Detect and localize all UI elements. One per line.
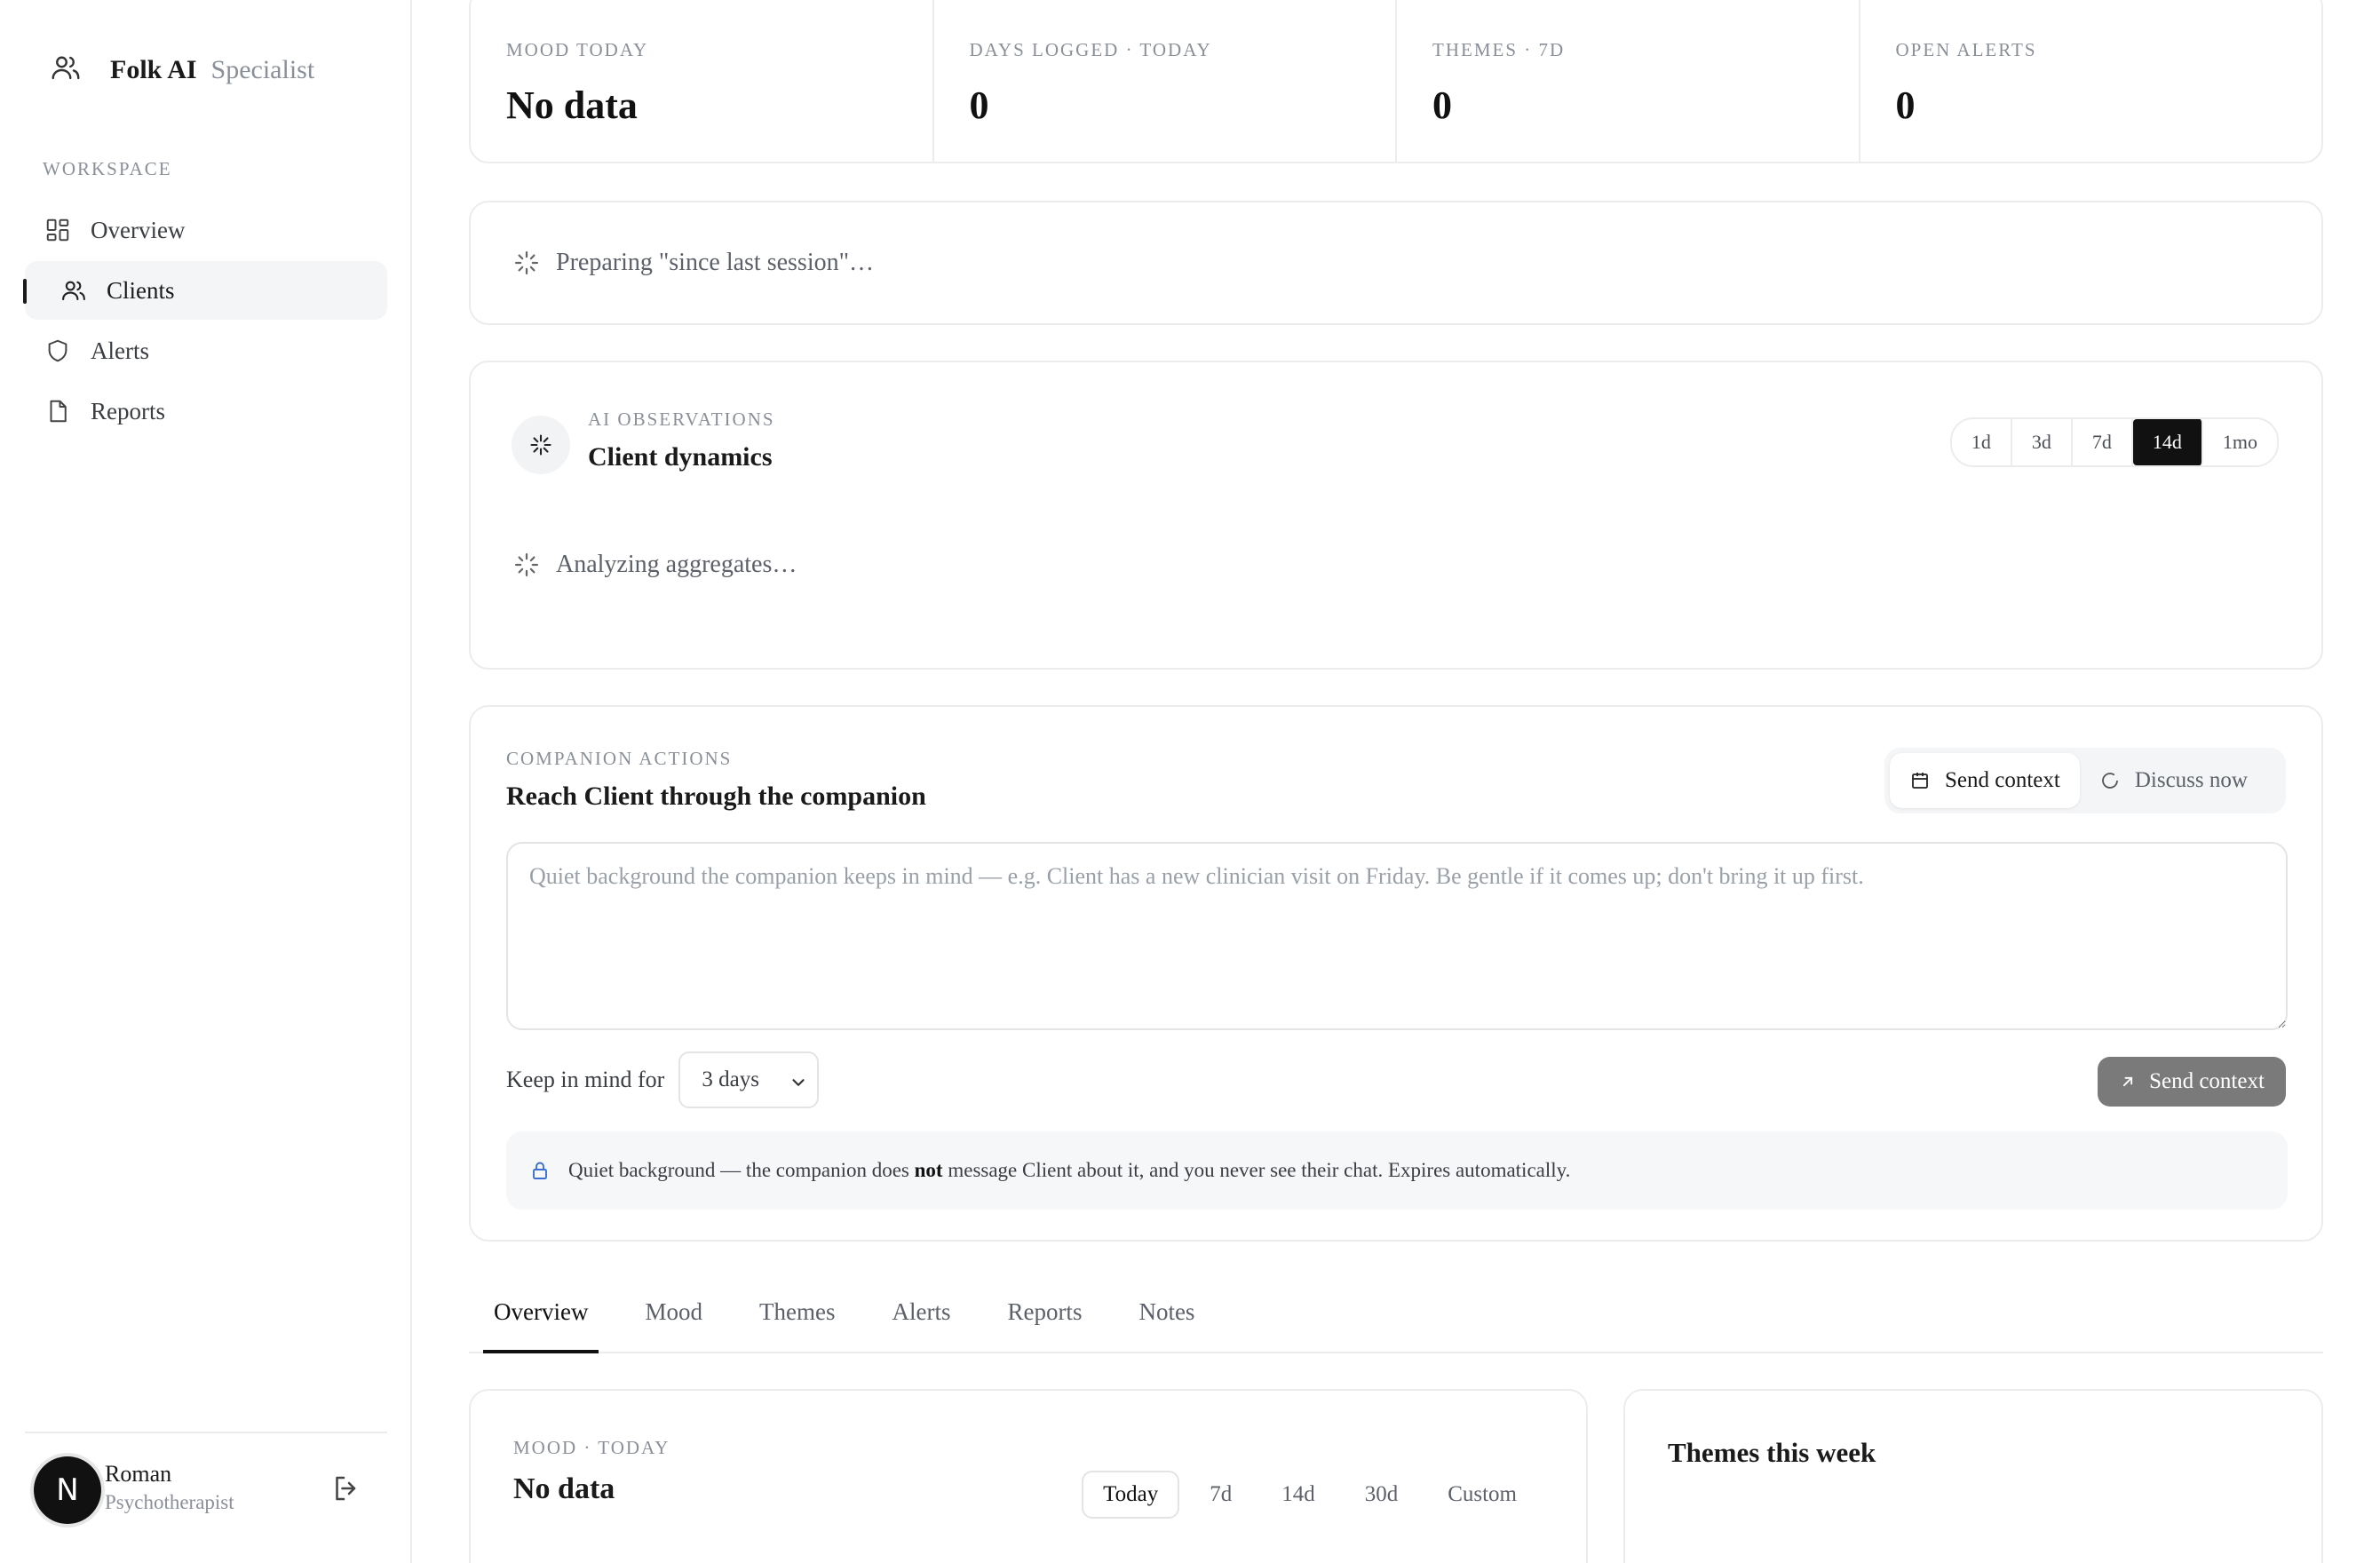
chat-bubble-icon [2101,773,2118,789]
observation-range-selector: 1d 3d 7d 14d 1mo [1949,417,2279,467]
users-icon [62,281,85,301]
stat-open-alerts: OPEN ALERTS 0 [1860,0,2322,162]
spinner-icon [515,251,538,274]
mode-label: Send context [1945,768,2060,792]
calendar-icon [1912,773,1928,789]
companion-title: Reach Client through the companion [506,782,926,811]
tab-overview[interactable]: Overview [483,1284,599,1353]
arrow-up-right-icon [2122,1076,2133,1087]
tab-mood[interactable]: Mood [634,1284,713,1352]
tab-alerts[interactable]: Alerts [881,1284,961,1352]
duration-select[interactable]: 3 days [678,1051,820,1108]
stat-value: 0 [969,83,989,127]
companion-actions-card: COMPANION ACTIONS Reach Client through t… [469,705,2323,1242]
stat-label: DAYS LOGGED · TODAY [969,39,1212,60]
mood-range-custom[interactable]: Custom [1428,1471,1536,1519]
client-tabs: Overview Mood Themes Alerts Reports Note… [469,1284,2323,1353]
keep-label: Keep in mind for [506,1067,665,1092]
sidebar-item-label: Alerts [91,337,149,364]
mood-range-7d[interactable]: 7d [1190,1471,1251,1519]
note-text-emphasis: not [914,1159,943,1181]
sidebar-item-clients[interactable]: Clients [23,261,387,320]
analyzing-text: Analyzing aggregates… [556,551,797,578]
range-1mo[interactable]: 1mo [2203,419,2277,465]
stat-mood-today: MOOD TODAY No data [471,0,934,162]
mood-range-selector: Today 7d 14d 30d Custom [1071,1471,1536,1519]
analyzing-status: Analyzing aggregates… [513,551,797,579]
ai-observations-card: AI OBSERVATIONS Client dynamics 1d 3d 7d… [469,361,2323,670]
companion-label: COMPANION ACTIONS [506,748,733,769]
avatar: N [34,1456,101,1524]
stat-label: MOOD TODAY [506,39,649,60]
file-icon [50,400,67,423]
sidebar-nav: Overview Clients Alerts Reports [23,201,387,442]
stat-value: 0 [1895,83,1916,127]
lock-icon [533,1162,547,1179]
companion-mode-toggle: Send context Discuss now [1884,748,2286,813]
user-role: Psychotherapist [105,1491,234,1513]
sidebar-item-reports[interactable]: Reports [25,382,387,440]
note-text-end: message Client about it, and you never s… [942,1159,1571,1181]
tab-notes[interactable]: Notes [1128,1284,1205,1352]
keep-in-mind-row: Keep in mind for 3 days [506,1051,820,1108]
mode-label: Discuss now [2134,768,2248,792]
spinner-icon [515,553,538,576]
sidebar-item-overview[interactable]: Overview [25,201,387,259]
send-context-button[interactable]: Send context [2098,1057,2286,1107]
chevron-down-icon [792,1079,805,1086]
discuss-now-tab[interactable]: Discuss now [2080,753,2267,808]
user-name: Roman [105,1461,172,1487]
user-profile[interactable]: N Roman Psychotherapist [34,1456,234,1524]
stat-themes: THEMES · 7D 0 [1397,0,1860,162]
range-7d[interactable]: 7d [2073,419,2133,465]
sidebar-item-alerts[interactable]: Alerts [25,321,387,380]
mood-label: MOOD · TODAY [513,1437,670,1458]
brand-subtitle: Specialist [210,54,315,84]
context-textarea[interactable] [506,842,2288,1030]
note-text-start: Quiet background — the companion does [568,1159,915,1181]
stat-label: THEMES · 7D [1432,39,1566,60]
preparing-text: Preparing "since last session"… [556,249,875,276]
send-context-tab[interactable]: Send context [1890,753,2080,808]
sparkle-icon [512,416,570,474]
tab-themes[interactable]: Themes [749,1284,845,1352]
privacy-note: Quiet background — the companion does no… [506,1131,2288,1210]
themes-title: Themes this week [1668,1437,1876,1468]
sidebar-item-label: Overview [91,216,186,243]
observations-label: AI OBSERVATIONS [588,409,775,430]
range-1d[interactable]: 1d [1952,419,2012,465]
brand-name: Folk AI [110,54,197,84]
brand[interactable]: Folk AI Specialist [50,52,314,88]
sidebar-item-label: Clients [107,276,175,304]
user-divider [25,1432,387,1433]
observations-title: Client dynamics [588,442,773,472]
sidebar-item-label: Reports [91,397,165,424]
themes-card: Themes this week [1623,1389,2323,1563]
range-3d[interactable]: 3d [2012,419,2073,465]
stat-label: OPEN ALERTS [1895,39,2037,60]
mood-card: MOOD · TODAY No data Today 7d 14d 30d Cu… [469,1389,1588,1563]
mood-range-today[interactable]: Today [1082,1471,1180,1519]
mood-range-14d[interactable]: 14d [1262,1471,1335,1519]
shield-icon [48,339,67,362]
stats-row: MOOD TODAY No data DAYS LOGGED · TODAY 0… [469,0,2323,163]
grid-icon [46,218,69,242]
range-14d[interactable]: 14d [2132,419,2203,465]
stat-value: No data [506,83,638,127]
logout-icon[interactable] [330,1472,362,1504]
workspace-section-label: WORKSPACE [43,158,172,179]
since-last-session-card: Preparing "since last session"… [469,201,2323,325]
stat-value: 0 [1432,83,1452,127]
duration-value: 3 days [702,1067,759,1091]
tab-reports[interactable]: Reports [996,1284,1092,1352]
sidebar: Folk AI Specialist WORKSPACE Overview Cl… [0,0,412,1563]
mood-value: No data [513,1472,615,1505]
users-icon [50,52,82,88]
mood-range-30d[interactable]: 30d [1345,1471,1418,1519]
send-label: Send context [2149,1069,2265,1093]
stat-days-logged: DAYS LOGGED · TODAY 0 [934,0,1397,162]
